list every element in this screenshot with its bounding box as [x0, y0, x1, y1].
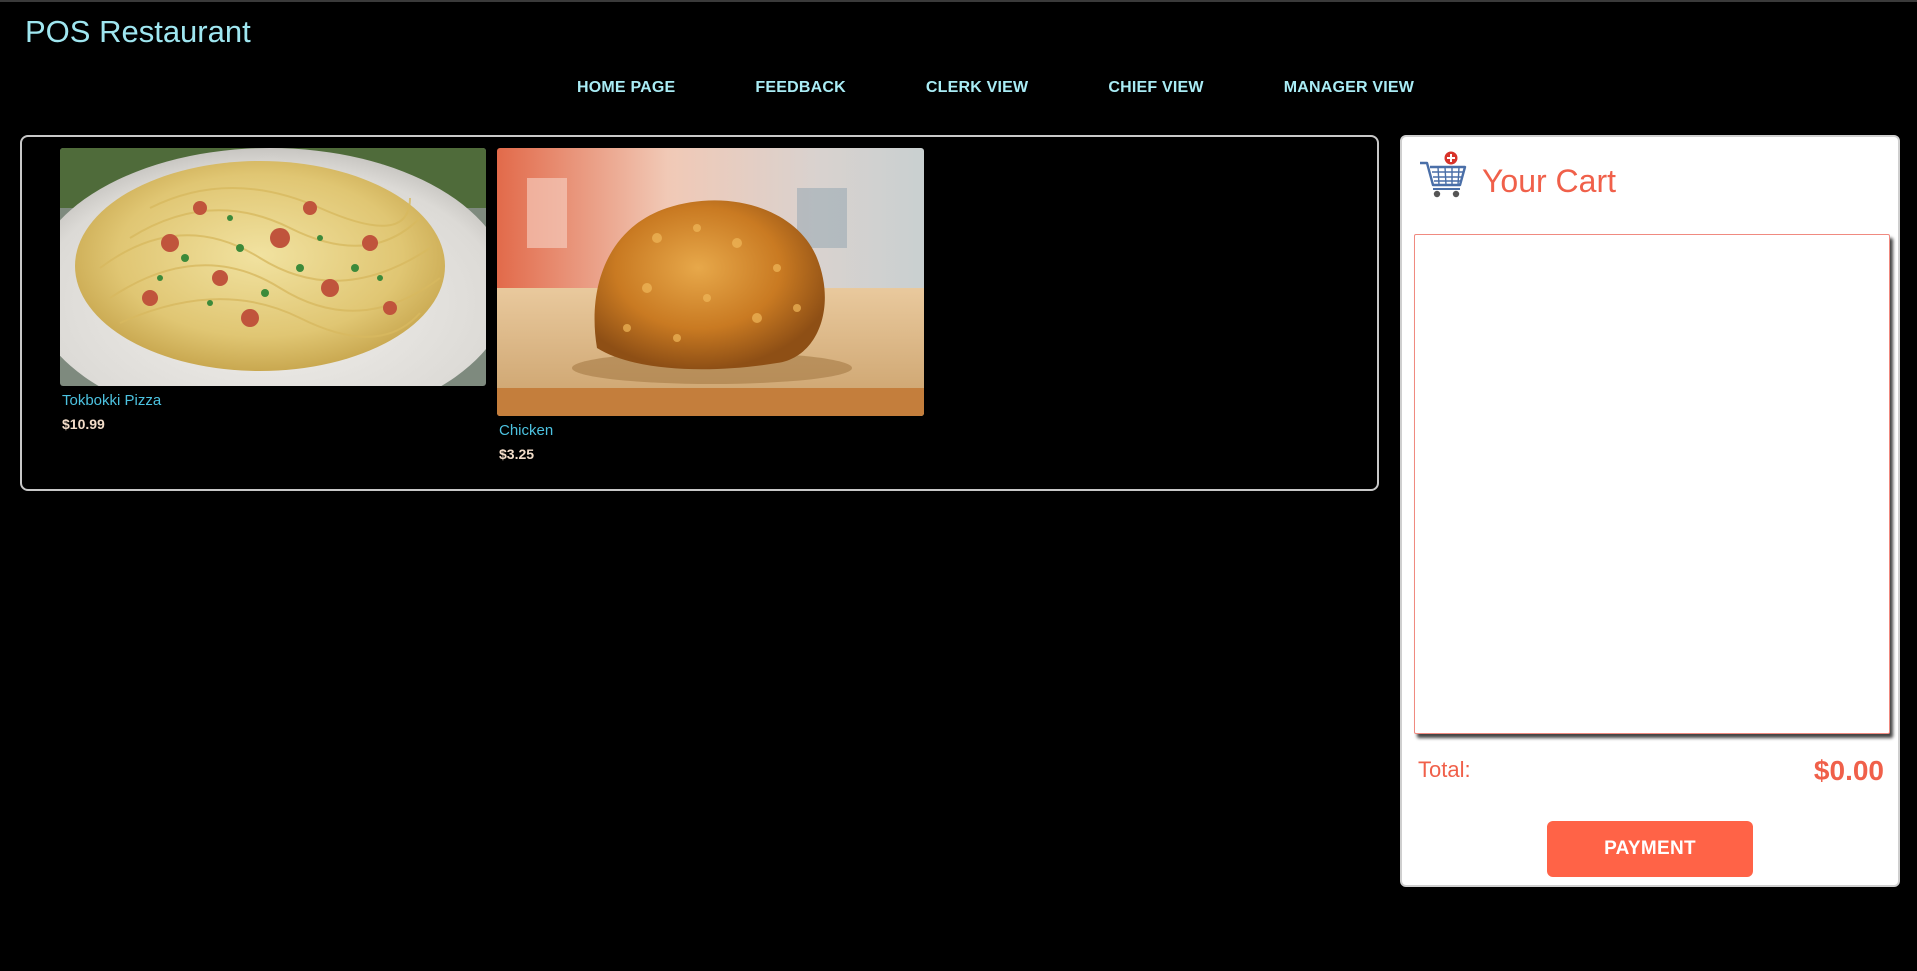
nav-chief-view[interactable]: CHIEF VIEW	[1108, 79, 1203, 97]
product-card[interactable]: Chicken $3.25	[497, 148, 924, 462]
nav-feedback[interactable]: FEEDBACK	[755, 79, 846, 97]
shopping-cart-add-icon	[1418, 151, 1468, 204]
payment-button[interactable]: PAYMENT	[1547, 821, 1753, 877]
product-grid: Tokbokki Pizza $10.99 Chicken $3.25	[20, 135, 1379, 491]
app-title: POS Restaurant	[25, 14, 251, 49]
product-image-chicken[interactable]	[497, 148, 924, 416]
product-price: $3.25	[499, 446, 535, 462]
product-card[interactable]: Tokbokki Pizza $10.99	[60, 148, 486, 432]
product-name: Tokbokki Pizza	[62, 392, 162, 409]
cart-title: Your Cart	[1482, 163, 1616, 199]
product-price: $10.99	[62, 416, 105, 432]
cart-panel: Your Cart Total: $0.00 PAYMENT	[1400, 135, 1900, 887]
app-root: POS Restaurant HOME PAGE FEEDBACK CLERK …	[0, 0, 1917, 971]
nav-manager-view[interactable]: MANAGER VIEW	[1284, 79, 1414, 97]
total-label: Total:	[1418, 757, 1471, 782]
cart-header: Your Cart	[1418, 151, 1616, 204]
product-image-spaghetti[interactable]	[60, 148, 486, 386]
nav-home-page[interactable]: HOME PAGE	[577, 79, 675, 97]
product-name: Chicken	[499, 422, 554, 439]
nav-clerk-view[interactable]: CLERK VIEW	[926, 79, 1028, 97]
main-nav: HOME PAGE FEEDBACK CLERK VIEW CHIEF VIEW…	[577, 79, 1494, 97]
total-value: $0.00	[1813, 755, 1884, 786]
cart-items-list[interactable]	[1414, 234, 1890, 734]
